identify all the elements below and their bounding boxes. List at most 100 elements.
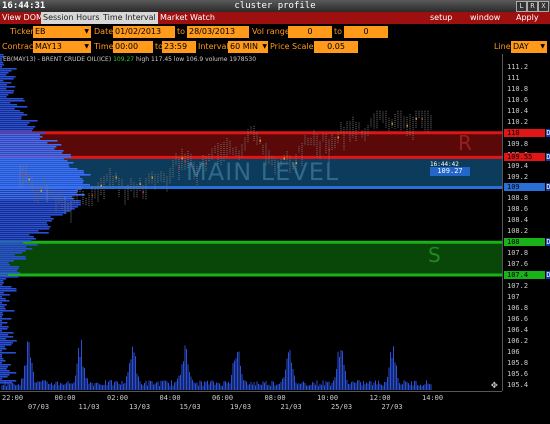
cluster-mark (22, 174, 24, 177)
date-from-field[interactable]: 01/02/2013 (113, 26, 175, 38)
volume-profile-bar (0, 340, 17, 342)
volume-profile-bar (0, 228, 50, 230)
level-delete-marker[interactable]: D (546, 238, 550, 247)
volume-profile-bar (0, 352, 16, 354)
volume-profile-bar (0, 132, 46, 134)
price-axis[interactable]: 111.2 111 110.8 110.6 110.4 110.2 110 109.8 109.… (502, 54, 550, 391)
volume-profile-bar (0, 254, 15, 256)
cluster-mark (115, 176, 117, 179)
contract-value: MAY13 (35, 42, 62, 51)
volume-profile-bar (0, 96, 7, 98)
volume-profile-bar (0, 206, 79, 208)
level-delete-marker[interactable]: D (546, 153, 550, 162)
volume-profile-bar (0, 174, 91, 176)
price-tick-label: 111.2 (507, 63, 529, 71)
level-price-label[interactable]: 110 (504, 128, 545, 137)
restore-button[interactable]: R (527, 1, 538, 12)
menu-setup[interactable]: setup (428, 12, 454, 24)
time-axis[interactable]: 22:00 00:00 02:00 04:00 06:00 08:00 10:00 12:00… (0, 391, 502, 424)
cluster-mark (415, 117, 417, 120)
vol-from-field[interactable]: 0 (288, 26, 332, 38)
apply-button[interactable]: Apply (514, 12, 541, 24)
volume-profile-bar (0, 338, 7, 340)
volume-profile-bar (0, 88, 7, 90)
chart-area[interactable] (0, 54, 502, 391)
level-price-label[interactable]: 109.55 (504, 153, 545, 162)
cluster-mark (91, 194, 93, 197)
volume-profile-bar (0, 372, 17, 374)
level-delete-marker[interactable]: D (546, 128, 550, 137)
price-tick-label: 108.6 (507, 205, 529, 214)
date-tick-label: 25/03 (331, 403, 353, 411)
close-button[interactable]: X (538, 1, 549, 12)
volume-profile-bar (0, 284, 3, 286)
volume-profile-bar (0, 146, 57, 148)
volume-profile-bar (0, 364, 11, 366)
menu-market-watch[interactable]: Market Watch (158, 12, 217, 24)
volume-profile-bar (0, 240, 32, 242)
menu-view-dom[interactable]: View DOM (0, 12, 45, 24)
line-select[interactable]: DAY ▼ (511, 41, 547, 53)
cursor-price-tag: 109.27 (430, 167, 470, 176)
menu-session-hours[interactable]: Session Hours (41, 12, 102, 24)
level-price-label[interactable]: 109 (504, 183, 545, 192)
volume-profile-bar (0, 378, 3, 380)
ticker-select[interactable]: EB ▼ (33, 26, 91, 38)
volume-profile-bar (0, 360, 6, 362)
volume-profile-bar (0, 252, 23, 254)
volume-profile-bar (0, 258, 27, 260)
time-tick-label: 12:00 (369, 394, 391, 402)
minimize-button[interactable]: L (516, 1, 527, 12)
volume-profile-bar (0, 70, 12, 72)
chevron-down-icon: ▼ (84, 28, 89, 35)
price-scale-field[interactable]: 0.05 (314, 41, 358, 53)
interval-select[interactable]: 60 MIN ▼ (228, 41, 268, 53)
volume-profile-bar (0, 276, 19, 278)
level-delete-marker[interactable]: D (546, 183, 550, 192)
volume-profile-bar (0, 74, 7, 76)
volume-profile-bar (0, 120, 38, 122)
date-tick-label: 19/03 (230, 403, 252, 411)
volume-profile-bar (0, 366, 8, 368)
time-from-field[interactable]: 00:00 (113, 41, 153, 53)
price-tick-label: 108.4 (507, 216, 529, 225)
volume-profile-bar (0, 116, 22, 118)
volume-profile-bar (0, 166, 70, 168)
main-level-label: MAIN LEVEL (186, 158, 340, 186)
volume-profile-bar (0, 280, 4, 282)
volume-profile-bar (0, 152, 63, 154)
price-tick-label: 110.4 (507, 106, 529, 115)
vol-to-field[interactable]: 0 (344, 26, 388, 38)
date-tick-label: 07/03 (28, 403, 50, 411)
price-tick-label: 107 (507, 292, 520, 301)
date-tick-label: 13/03 (129, 403, 151, 411)
volume-profile-bar (0, 126, 36, 128)
price-tick-label: 105.4 (507, 380, 529, 389)
volume-profile-bar (0, 92, 14, 94)
volume-profile-bar (0, 230, 39, 232)
volume-profile-bar (0, 140, 58, 142)
level-delete-marker[interactable]: D (546, 271, 550, 280)
level-price-label[interactable]: 108 (504, 238, 545, 247)
volume-profile-bar (0, 232, 49, 234)
level-price-label[interactable]: 107.4 (504, 271, 545, 280)
volume-profile-bar (0, 154, 71, 156)
volume-profile-bar (0, 296, 2, 298)
volume-profile-bar (0, 286, 12, 288)
contract-select[interactable]: MAY13 ▼ (33, 41, 91, 53)
volume-profile-bar (0, 102, 11, 104)
last-price: 109.27 (113, 56, 135, 63)
menu-window[interactable]: window (468, 12, 502, 24)
volume-profile-bar (0, 212, 67, 214)
volume-profile-bar (0, 234, 30, 236)
price-tick-label: 106.2 (507, 336, 529, 345)
time-to-field[interactable]: 23:59 (162, 41, 196, 53)
volume-profile-bar (0, 124, 28, 126)
menu-time-interval[interactable]: Time Interval (101, 12, 158, 24)
date-to-label: to (177, 27, 186, 36)
price-tick-label: 111 (507, 73, 520, 82)
date-to-field[interactable]: 28/03/2013 (187, 26, 249, 38)
volume-profile-bar (0, 274, 9, 276)
volume-profile-bar (0, 304, 7, 306)
volume-profile-bar (0, 344, 12, 346)
